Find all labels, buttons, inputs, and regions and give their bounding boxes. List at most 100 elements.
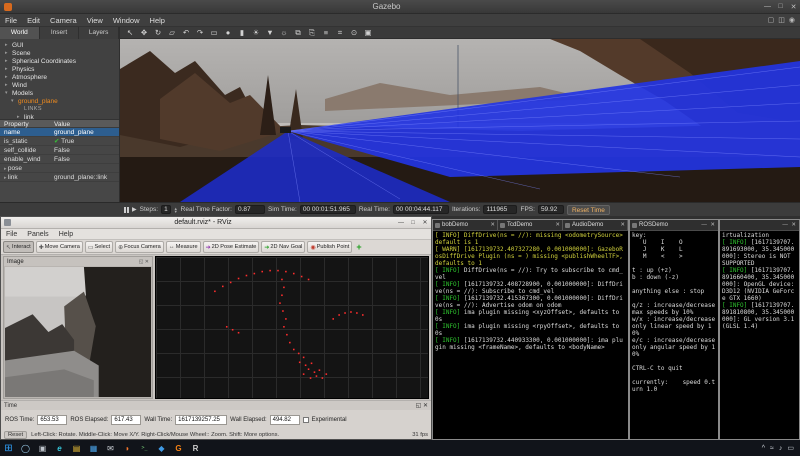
gazebo-3d-viewport[interactable] — [120, 39, 800, 202]
close-icon[interactable]: ✕ — [555, 222, 560, 228]
tree-item[interactable]: ▸Scene — [0, 49, 119, 57]
tree-item[interactable]: ▸Spherical Coordinates — [0, 57, 119, 65]
tree-item[interactable]: ▸Wind — [0, 81, 119, 89]
terminal-output[interactable]: key: U I O J K L M < > t : up (+z) b : d… — [630, 231, 718, 394]
reset-button[interactable]: Reset — [4, 431, 27, 439]
task-view-button[interactable]: ▣ — [34, 440, 51, 456]
focus-camera-tool-button[interactable]: ⊕Focus Camera — [115, 241, 164, 253]
terminal-titlebar[interactable]: ROSDemo — ✕ — [630, 220, 718, 231]
tray-expand-icon[interactable]: ^ — [762, 445, 765, 452]
property-row[interactable]: linkground_plane::link — [0, 173, 119, 182]
minimize-icon[interactable]: — — [395, 220, 407, 226]
terminal-icon[interactable]: >_ — [136, 440, 153, 456]
minimize-icon[interactable]: — — [761, 3, 774, 10]
select-tool-button[interactable]: ▭Select — [85, 241, 113, 253]
tree-item[interactable]: ▸GUI — [0, 41, 119, 49]
menu-item[interactable]: View — [82, 16, 108, 25]
steps-stepper[interactable]: 1 — [161, 205, 171, 214]
firefox-icon[interactable]: ◗ — [119, 440, 136, 456]
nav-goal-tool-button[interactable]: ➔2D Nav Goal — [261, 241, 305, 253]
panel-tab[interactable]: Insert — [40, 27, 80, 39]
translate-mode-icon[interactable]: ✥ — [139, 27, 149, 39]
reset-time-button[interactable]: Reset Time — [567, 205, 610, 215]
mail-icon[interactable]: ✉ — [102, 440, 119, 456]
cortana-search-button[interactable]: ◯ — [17, 440, 34, 456]
property-row[interactable]: pose — [0, 164, 119, 173]
point-light-icon[interactable]: ☀ — [251, 27, 261, 39]
terminal-titlebar[interactable]: — ✕ — [720, 220, 799, 231]
align-icon[interactable]: ≡ — [321, 27, 331, 39]
window-buttons[interactable]: — ✕ — [701, 222, 716, 228]
scale-mode-icon[interactable]: ▱ — [167, 27, 177, 39]
add-tool-button[interactable]: + — [356, 242, 361, 252]
property-row[interactable]: self_collideFalse — [0, 146, 119, 155]
menu-item[interactable]: Edit — [22, 16, 45, 25]
step-button[interactable]: ▶ — [132, 206, 137, 213]
snap-icon[interactable]: ⌗ — [335, 27, 345, 39]
close-icon[interactable]: ✕ — [490, 222, 495, 228]
window-buttons[interactable]: — ✕ — [782, 222, 797, 228]
vscode-icon[interactable]: ◆ — [153, 440, 170, 456]
terminal-output[interactable]: irtualization [ INFO] [1617139707.891693… — [720, 231, 799, 331]
box-shape-icon[interactable]: ▭ — [209, 27, 219, 39]
directional-light-icon[interactable]: ☼ — [279, 27, 289, 39]
rviz-3d-viewport[interactable] — [155, 256, 429, 399]
sphere-shape-icon[interactable]: ● — [223, 27, 233, 39]
terminal-title-tab[interactable]: TcdDemo ✕ — [498, 220, 563, 230]
image-panel-header[interactable]: Image ◱ ✕ — [4, 257, 152, 266]
record-log-icon[interactable]: ◉ — [789, 16, 795, 24]
property-row[interactable]: enable_windFalse — [0, 155, 119, 164]
menu-item[interactable]: Window — [108, 16, 145, 25]
file-explorer-icon[interactable]: ▤ — [68, 440, 85, 456]
terminal-title-tab[interactable]: AudioDemo ✕ — [563, 220, 628, 230]
close-icon[interactable]: ✕ — [787, 3, 800, 11]
tree-item[interactable]: ▸Atmosphere — [0, 73, 119, 81]
menu-item[interactable]: Camera — [45, 16, 82, 25]
pause-button[interactable] — [124, 207, 129, 213]
menu-item[interactable]: Help — [54, 231, 78, 238]
close-icon[interactable]: ✕ — [620, 222, 625, 228]
tree-item[interactable]: ▾Models — [0, 89, 119, 97]
menu-item[interactable]: File — [0, 16, 22, 25]
paste-icon[interactable]: ⎘ — [307, 27, 317, 39]
menu-item[interactable]: Help — [145, 16, 170, 25]
undo-icon[interactable]: ↶ — [181, 27, 191, 39]
rviz-titlebar[interactable]: default.rviz* - RViz — □ ✕ — [1, 217, 431, 229]
property-row[interactable]: nameground_plane — [0, 128, 119, 137]
view-angle-icon[interactable]: ⊙ — [349, 27, 359, 39]
copy-icon[interactable]: ⧉ — [293, 27, 303, 39]
tree-item[interactable]: LINKS — [0, 105, 119, 113]
rviz-taskbar-icon[interactable]: R — [187, 440, 204, 456]
action-center-icon[interactable]: ▭ — [787, 444, 794, 452]
panel-tab[interactable]: World — [0, 27, 40, 39]
move-camera-tool-button[interactable]: ✚Move Camera — [36, 241, 83, 253]
menu-item[interactable]: Panels — [22, 231, 53, 238]
redo-icon[interactable]: ↷ — [195, 27, 205, 39]
start-button[interactable]: ⊞ — [0, 440, 17, 456]
terminal-title-tab[interactable]: bobDemo ✕ — [433, 220, 498, 230]
steps-spinner-icon[interactable]: ▲▼ — [174, 207, 178, 213]
maximize-icon[interactable]: □ — [407, 220, 419, 226]
time-panel-header[interactable]: Time ◱ ✕ — [1, 401, 431, 410]
edge-icon[interactable]: e — [51, 440, 68, 456]
volume-icon[interactable]: ♪ — [779, 445, 783, 452]
rotate-mode-icon[interactable]: ↻ — [153, 27, 163, 39]
fullscreen-icon[interactable]: ▢ — [768, 16, 775, 24]
pose-estimate-tool-button[interactable]: ➔2D Pose Estimate — [203, 241, 260, 253]
tree-item[interactable]: ▸Physics — [0, 65, 119, 73]
cylinder-shape-icon[interactable]: ▮ — [237, 27, 247, 39]
experimental-checkbox[interactable] — [303, 417, 309, 423]
split-view-icon[interactable]: ◫ — [778, 16, 785, 24]
tree-item[interactable]: ▾ground_plane — [0, 97, 119, 105]
terminal-output[interactable]: [ INFO] DiffDrive(ns = //): missing <odo… — [433, 231, 628, 352]
select-mode-icon[interactable]: ↖ — [125, 27, 135, 39]
panel-dock-icons[interactable]: ◱ ✕ — [416, 402, 428, 409]
panel-dock-icons[interactable]: ◱ ✕ — [139, 259, 149, 265]
store-icon[interactable]: ▦ — [85, 440, 102, 456]
menu-item[interactable]: File — [1, 231, 22, 238]
interact-tool-button[interactable]: ↖Interact — [3, 241, 34, 253]
publish-point-tool-button[interactable]: ◉Publish Point — [307, 241, 352, 253]
measure-tool-button[interactable]: ↔Measure — [166, 241, 201, 253]
network-icon[interactable]: ≈ — [770, 445, 774, 452]
gazebo-taskbar-icon[interactable]: G — [170, 440, 187, 456]
